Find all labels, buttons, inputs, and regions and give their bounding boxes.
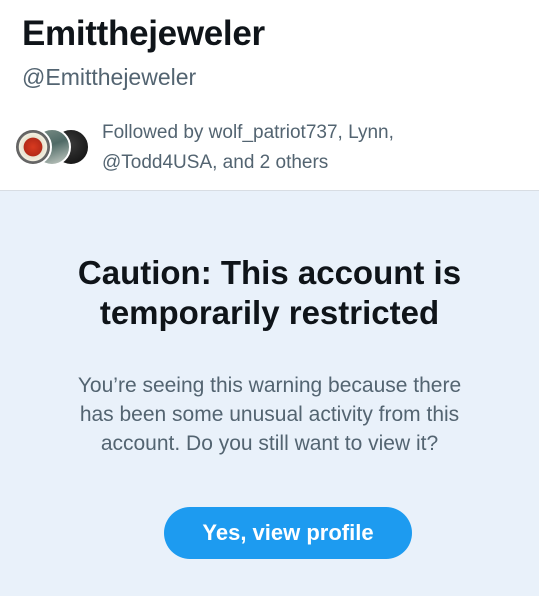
followed-by-text[interactable]: Followed by wolf_patriot737, Lynn, @Todd…	[102, 118, 394, 178]
user-handle: @Emitthejeweler	[22, 64, 197, 90]
followed-by-line: @Todd4USA, and 2 others	[102, 152, 329, 173]
followed-by-line: Followed by wolf_patriot737, Lynn,	[102, 122, 394, 143]
display-name: Emitthejeweler	[22, 14, 265, 53]
warning-message-line: You’re seeing this warning because there	[77, 374, 462, 397]
warning-message: You’re seeing this warning because there…	[30, 371, 509, 458]
follower-avatar-stack[interactable]	[14, 128, 96, 168]
view-profile-button[interactable]: Yes, view profile	[164, 507, 412, 559]
warning-title-line: Caution: This account is	[77, 254, 462, 291]
followers-you-know[interactable]: Followed by wolf_patriot737, Lynn, @Todd…	[14, 118, 534, 178]
profile-header: Emitthejeweler @Emitthejeweler Followed …	[0, 0, 539, 191]
warning-title: Caution: This account is temporarily res…	[0, 253, 539, 333]
follower-avatar[interactable]	[14, 128, 52, 166]
warning-title-line: temporarily restricted	[99, 294, 440, 331]
warning-message-line: has been some unusual activity from this	[79, 403, 460, 426]
warning-message-line: account. Do you still want to view it?	[100, 432, 439, 455]
restricted-account-warning: Caution: This account is temporarily res…	[0, 191, 539, 596]
